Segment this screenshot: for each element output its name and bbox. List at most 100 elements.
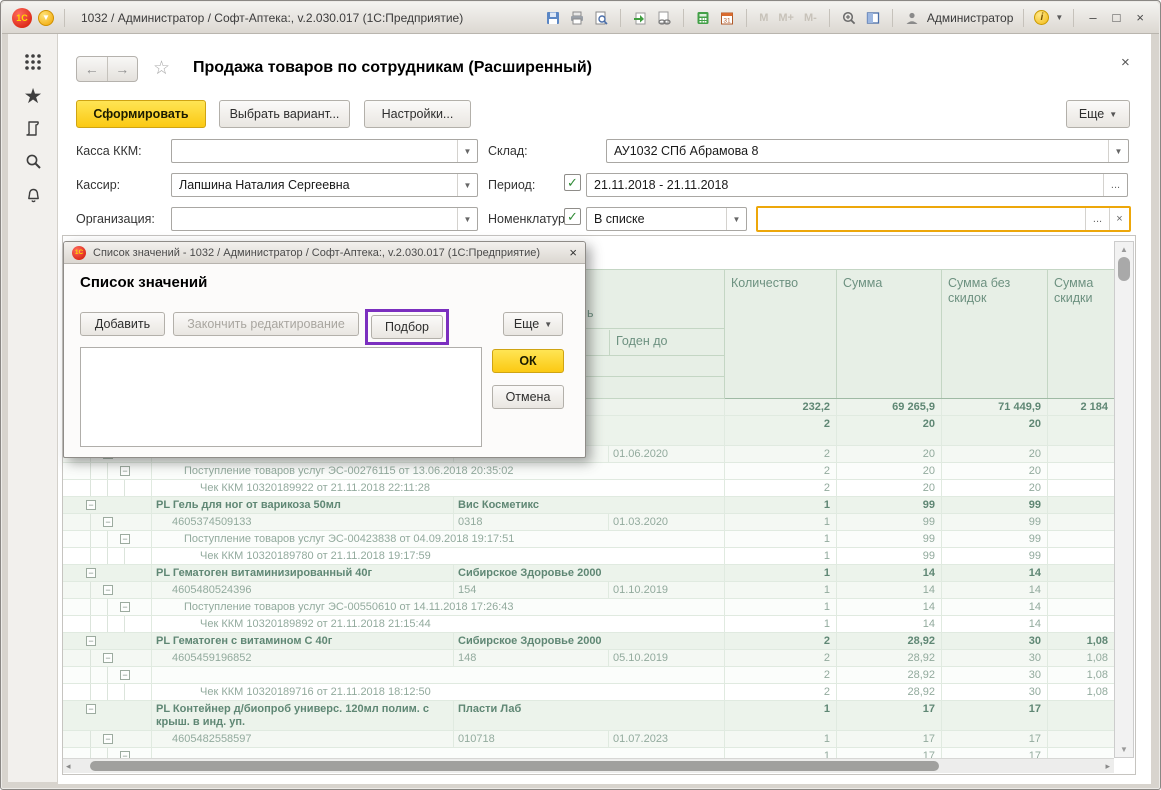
- collapse-icon[interactable]: −: [103, 734, 113, 744]
- print-icon[interactable]: [568, 9, 586, 27]
- table-row[interactable]: −Поступление товаров услуг ЭС-00423838 о…: [63, 531, 1114, 548]
- calendar-icon[interactable]: 31: [718, 9, 736, 27]
- notifications-bell-icon[interactable]: [8, 182, 58, 210]
- finish-edit-button[interactable]: Закончить редактирование: [173, 312, 359, 336]
- column-header-discount[interactable]: Сумма скидки: [1048, 270, 1114, 398]
- 1c-logo-icon[interactable]: 1С: [12, 8, 32, 28]
- collapse-icon[interactable]: −: [103, 653, 113, 663]
- table-row[interactable]: −460548052439615401.10.201911414: [63, 582, 1114, 599]
- nomenclature-condition-combo[interactable]: В списке▼: [586, 207, 747, 231]
- kassa-combo[interactable]: ▼: [171, 139, 478, 163]
- table-row[interactable]: Чек ККМ 10320189922 от 21.11.2018 22:11:…: [63, 480, 1114, 497]
- cancel-button[interactable]: Отмена: [492, 385, 564, 409]
- column-header-valid-until[interactable]: Годен до: [609, 330, 725, 355]
- table-row[interactable]: −Поступление товаров услуг ЭС-00276115 о…: [63, 463, 1114, 480]
- nomenclature-checkbox[interactable]: ✓: [564, 208, 581, 225]
- scroll-right-icon[interactable]: ▸: [1105, 761, 1110, 772]
- clear-icon[interactable]: ×: [1109, 208, 1129, 230]
- column-header-sum-no-discount[interactable]: Сумма без скидок: [942, 270, 1048, 398]
- zoom-icon[interactable]: [840, 9, 858, 27]
- save-icon[interactable]: [544, 9, 562, 27]
- collapse-icon[interactable]: −: [86, 568, 96, 578]
- choose-variant-button[interactable]: Выбрать вариант...: [219, 100, 350, 128]
- favorites-star-icon[interactable]: ★: [8, 82, 58, 110]
- vertical-scrollbar[interactable]: ▲ ▼: [1114, 241, 1134, 758]
- ellipsis-button[interactable]: ...: [1085, 208, 1109, 230]
- chevron-down-icon[interactable]: ▼: [457, 208, 477, 230]
- pick-button[interactable]: Подбор: [371, 315, 443, 339]
- collapse-icon[interactable]: −: [120, 670, 130, 680]
- maximize-button[interactable]: □: [1108, 10, 1126, 25]
- table-row[interactable]: −PL Гематоген с витамином С 40гСибирское…: [63, 633, 1114, 650]
- table-row[interactable]: Чек ККМ 10320189892 от 21.11.2018 21:15:…: [63, 616, 1114, 633]
- horizontal-scrollbar[interactable]: ◂ ▸: [63, 758, 1114, 773]
- memory-recall-button[interactable]: M: [757, 12, 770, 24]
- current-user-label[interactable]: Администратор: [927, 11, 1014, 25]
- period-field[interactable]: 21.11.2018 - 21.11.2018...: [586, 173, 1128, 197]
- collapse-icon[interactable]: −: [120, 534, 130, 544]
- print-preview-icon[interactable]: [592, 9, 610, 27]
- dialog-close-icon[interactable]: ×: [569, 245, 577, 260]
- collapse-icon[interactable]: −: [103, 585, 113, 595]
- table-row[interactable]: Чек ККМ 10320189716 от 21.11.2018 18:12:…: [63, 684, 1114, 701]
- main-menu-dropdown-icon[interactable]: ▼: [38, 10, 54, 26]
- table-row[interactable]: −Поступление товаров услуг ЭС-00550610 о…: [63, 599, 1114, 616]
- nomenclature-list-field[interactable]: ... ×: [756, 206, 1131, 232]
- generate-button[interactable]: Сформировать: [76, 100, 206, 128]
- collapse-icon[interactable]: −: [120, 602, 130, 612]
- horizontal-scroll-thumb[interactable]: [90, 761, 939, 771]
- vertical-scroll-thumb[interactable]: [1118, 257, 1130, 281]
- forward-button[interactable]: →: [108, 57, 138, 81]
- chevron-down-icon[interactable]: ▼: [1108, 140, 1128, 162]
- collapse-icon[interactable]: −: [86, 500, 96, 510]
- chevron-down-icon[interactable]: ▼: [457, 174, 477, 196]
- table-row[interactable]: −460548255859701071801.07.202311717: [63, 731, 1114, 748]
- collapse-icon[interactable]: −: [86, 636, 96, 646]
- collapse-icon[interactable]: −: [120, 466, 130, 476]
- memory-subtract-button[interactable]: M-: [802, 12, 819, 24]
- search-icon[interactable]: [8, 147, 58, 175]
- collapse-icon[interactable]: −: [120, 751, 130, 758]
- collapse-icon[interactable]: −: [86, 704, 96, 714]
- scroll-left-icon[interactable]: ◂: [66, 761, 71, 772]
- table-row[interactable]: −460545919685214805.10.2019228,92301,08: [63, 650, 1114, 667]
- column-header-sum[interactable]: Сумма: [837, 270, 942, 398]
- table-row[interactable]: −PL Гель для ног от варикоза 50млВис Кос…: [63, 497, 1114, 514]
- ellipsis-button[interactable]: ...: [1103, 174, 1127, 196]
- table-row[interactable]: −PL Контейнер д/биопроб универс. 120мл п…: [63, 701, 1114, 731]
- scroll-up-icon[interactable]: ▲: [1115, 245, 1133, 254]
- split-window-icon[interactable]: [864, 9, 882, 27]
- info-icon[interactable]: i: [1034, 10, 1049, 25]
- scroll-down-icon[interactable]: ▼: [1115, 745, 1133, 754]
- table-row[interactable]: −PL Гематоген витаминизированный 40гСиби…: [63, 565, 1114, 582]
- form-close-icon[interactable]: ×: [1121, 54, 1130, 71]
- go-to-link-icon[interactable]: [655, 9, 673, 27]
- memory-add-button[interactable]: M+: [776, 12, 796, 24]
- sklad-combo[interactable]: АУ1032 СПб Абрамова 8▼: [606, 139, 1129, 163]
- value-list-box[interactable]: [80, 347, 482, 447]
- sections-menu-icon[interactable]: [8, 48, 58, 76]
- org-combo[interactable]: ▼: [171, 207, 478, 231]
- close-button[interactable]: ×: [1131, 10, 1149, 25]
- column-header-qty[interactable]: Количество: [725, 270, 837, 398]
- kassir-combo[interactable]: Лапшина Наталия Сергеевна▼: [171, 173, 478, 197]
- back-button[interactable]: ←: [77, 57, 108, 81]
- table-row[interactable]: −11717: [63, 748, 1114, 758]
- table-row[interactable]: Чек ККМ 10320189780 от 21.11.2018 19:17:…: [63, 548, 1114, 565]
- info-dropdown-icon[interactable]: ▼: [1055, 13, 1063, 22]
- period-checkbox[interactable]: ✓: [564, 174, 581, 191]
- table-row[interactable]: −4605374509133031801.03.202019999: [63, 514, 1114, 531]
- dialog-more-button[interactable]: Еще▼: [503, 312, 563, 336]
- add-value-button[interactable]: Добавить: [80, 312, 165, 336]
- chevron-down-icon[interactable]: ▼: [726, 208, 746, 230]
- history-icon[interactable]: [8, 114, 58, 142]
- chevron-down-icon[interactable]: ▼: [457, 140, 477, 162]
- calculator-icon[interactable]: [694, 9, 712, 27]
- collapse-icon[interactable]: −: [103, 517, 113, 527]
- ok-button[interactable]: ОК: [492, 349, 564, 373]
- table-row[interactable]: −228,92301,08: [63, 667, 1114, 684]
- get-link-icon[interactable]: [631, 9, 649, 27]
- minimize-button[interactable]: –: [1084, 10, 1101, 25]
- add-to-favorites-icon[interactable]: ☆: [153, 57, 170, 80]
- settings-button[interactable]: Настройки...: [364, 100, 471, 128]
